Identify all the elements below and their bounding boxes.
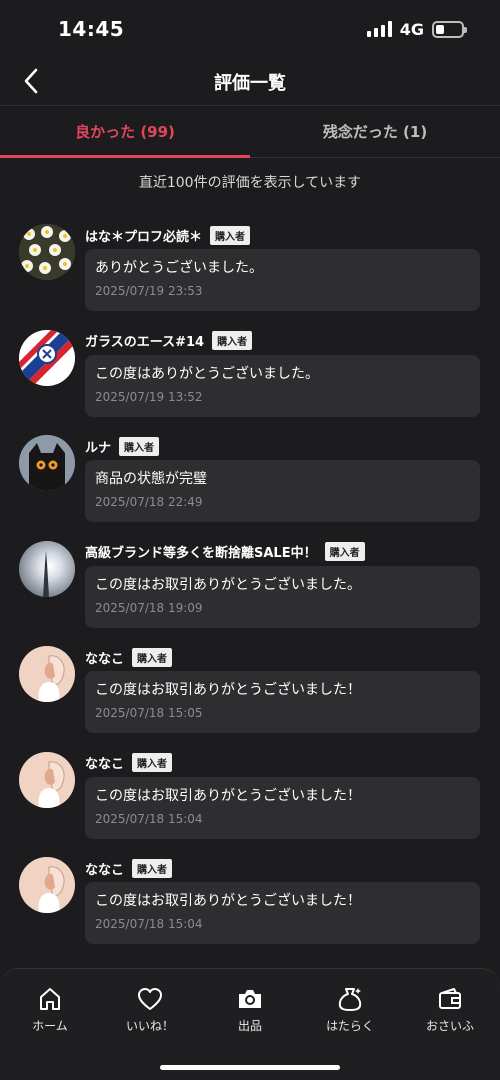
nav-sell-label: 出品 (237, 1019, 262, 1033)
buyer-badge: 購入者 (132, 753, 173, 772)
avatar[interactable] (19, 857, 75, 913)
black-cat-avatar-image (19, 435, 75, 491)
reviewer-name[interactable]: ななこ (85, 648, 124, 667)
review-header: ななこ 購入者 (85, 646, 173, 668)
review-header: 高級ブランド等多くを断捨離SALE中！ 購入者 (85, 541, 365, 563)
page-title: 評価一覧 (214, 72, 286, 94)
nav-work[interactable]: はたらく (300, 985, 400, 1049)
battery-icon (432, 20, 467, 38)
review-tabs: 良かった (99) 残念だった (1) (0, 106, 500, 158)
signal-icon (366, 21, 392, 37)
girl-illustration-avatar-image (19, 751, 75, 808)
review-date: 2025/07/18 15:04 (95, 811, 203, 826)
home-indicator[interactable] (160, 1065, 340, 1070)
review-header: ななこ 購入者 (85, 857, 173, 879)
avatar[interactable] (19, 751, 75, 808)
review-bubble: 商品の状態が完璧 2025/07/18 22:49 (85, 460, 480, 522)
review-text: ありがとうございました。 (95, 260, 263, 276)
nav-likes-label: いいね！ (125, 1019, 174, 1033)
review-item[interactable]: ななこ 購入者 この度はお取引ありがとうございました！ 2025/07/18 1… (0, 644, 500, 750)
tab-bad[interactable]: 残念だった (1) (250, 106, 500, 157)
nav-home-label: ホーム (32, 1019, 68, 1033)
review-item[interactable]: 高級ブランド等多くを断捨離SALE中！ 購入者 この度はお取引ありがとうございま… (0, 539, 500, 645)
buyer-badge: 購入者 (132, 858, 173, 878)
review-text: この度はお取引ありがとうございました！ (95, 893, 361, 909)
status-bar: 14:45 4G (0, 0, 500, 58)
reviewer-name[interactable]: ななこ (85, 859, 124, 878)
review-text: この度はお取引ありがとうございました！ (95, 682, 361, 698)
battery-level (436, 24, 445, 34)
review-bubble: この度はお取引ありがとうございました！ 2025/07/18 15:04 (85, 776, 480, 839)
reviewer-name[interactable]: はな＊プロフ必読＊ (85, 226, 202, 245)
review-date: 2025/07/19 13:52 (95, 389, 203, 404)
network-type: 4G (399, 19, 424, 39)
review-item[interactable]: ななこ 購入者 この度はお取引ありがとうございました！ 2025/07/18 1… (0, 750, 500, 856)
review-date: 2025/07/18 19:09 (95, 600, 203, 615)
bottom-navigation: ホーム いいね！ 出品 はたらく おさいふ (0, 968, 500, 1080)
reviewer-name[interactable]: 高級ブランド等多くを断捨離SALE中！ (85, 542, 317, 561)
buyer-badge: 購入者 (210, 225, 251, 245)
review-item[interactable]: ルナ 購入者 商品の状態が完璧 2025/07/18 22:49 (0, 433, 500, 539)
nav-likes[interactable]: いいね！ (100, 985, 200, 1049)
review-item[interactable]: ななこ 購入者 この度はお取引ありがとうございました！ 2025/07/18 1… (0, 855, 500, 961)
review-text: 商品の状態が完璧 (95, 471, 207, 487)
buyer-badge: 購入者 (324, 542, 365, 561)
wallet-icon (439, 988, 461, 1009)
nav-home[interactable]: ホーム (0, 985, 100, 1049)
girl-illustration-avatar-image (19, 857, 75, 913)
tower-avatar-image (19, 540, 75, 597)
review-header: ルナ 購入者 (85, 435, 160, 457)
home-icon (40, 988, 60, 1010)
review-bubble: この度はお取引ありがとうございました！ 2025/07/18 15:05 (85, 671, 480, 733)
chevron-left-icon (24, 68, 38, 94)
navigation-bar: 評価一覧 (0, 58, 500, 106)
reviewer-name[interactable]: ななこ (85, 753, 124, 772)
heart-icon (138, 988, 162, 1010)
review-text: この度はありがとうございました。 (95, 365, 319, 382)
camera-icon (239, 990, 261, 1008)
nav-work-label: はたらく (326, 1019, 374, 1033)
reviewer-name[interactable]: ガラスのエース#14 (85, 331, 204, 350)
avatar[interactable] (19, 224, 75, 280)
avatar[interactable] (19, 329, 75, 386)
avatar[interactable] (19, 540, 75, 597)
review-header: はな＊プロフ必読＊ 購入者 (85, 224, 251, 246)
buyer-badge: 購入者 (132, 647, 173, 667)
buyer-badge: 購入者 (119, 436, 160, 456)
review-header: ななこ 購入者 (85, 752, 173, 774)
review-bubble: この度はお取引ありがとうございました！ 2025/07/18 15:04 (85, 882, 480, 944)
review-header: ガラスのエース#14 購入者 (85, 330, 253, 352)
review-date: 2025/07/18 15:05 (95, 706, 203, 720)
status-indicators: 4G (366, 19, 467, 39)
tab-good[interactable]: 良かった (99) (0, 106, 250, 158)
status-time: 14:45 (58, 17, 125, 41)
review-bubble: この度はありがとうございました。 2025/07/19 13:52 (85, 354, 480, 417)
money-bag-icon (338, 988, 362, 1011)
nav-wallet[interactable]: おさいふ (400, 985, 500, 1049)
review-date: 2025/07/18 15:04 (95, 917, 203, 931)
review-text: この度はお取引ありがとうございました！ (95, 787, 361, 804)
avatar[interactable] (19, 646, 75, 702)
notice-text: 直近100件の評価を表示しています (138, 175, 362, 191)
back-button[interactable] (16, 66, 46, 96)
review-item[interactable]: はな＊プロフ必読＊ 購入者 ありがとうございました。 2025/07/19 23… (0, 222, 500, 328)
review-list: はな＊プロフ必読＊ 購入者 ありがとうございました。 2025/07/19 23… (0, 222, 500, 961)
reviewer-name[interactable]: ルナ (85, 437, 111, 456)
review-bubble: ありがとうございました。 2025/07/19 23:53 (85, 249, 480, 311)
review-item[interactable]: ガラスのエース#14 購入者 この度はありがとうございました。 2025/07/… (0, 328, 500, 434)
review-date: 2025/07/19 23:53 (95, 284, 203, 298)
team-logo-avatar-image (19, 329, 75, 386)
review-date: 2025/07/18 22:49 (95, 495, 203, 509)
girl-illustration-avatar-image (19, 646, 75, 702)
buyer-badge: 購入者 (212, 331, 253, 350)
review-bubble: この度はお取引ありがとうございました。 2025/07/18 19:09 (85, 565, 480, 628)
avatar[interactable] (19, 435, 75, 491)
flower-avatar-image (19, 224, 75, 280)
review-text: この度はお取引ありがとうございました。 (95, 576, 361, 593)
nav-wallet-label: おさいふ (425, 1019, 474, 1033)
nav-sell[interactable]: 出品 (200, 985, 300, 1049)
